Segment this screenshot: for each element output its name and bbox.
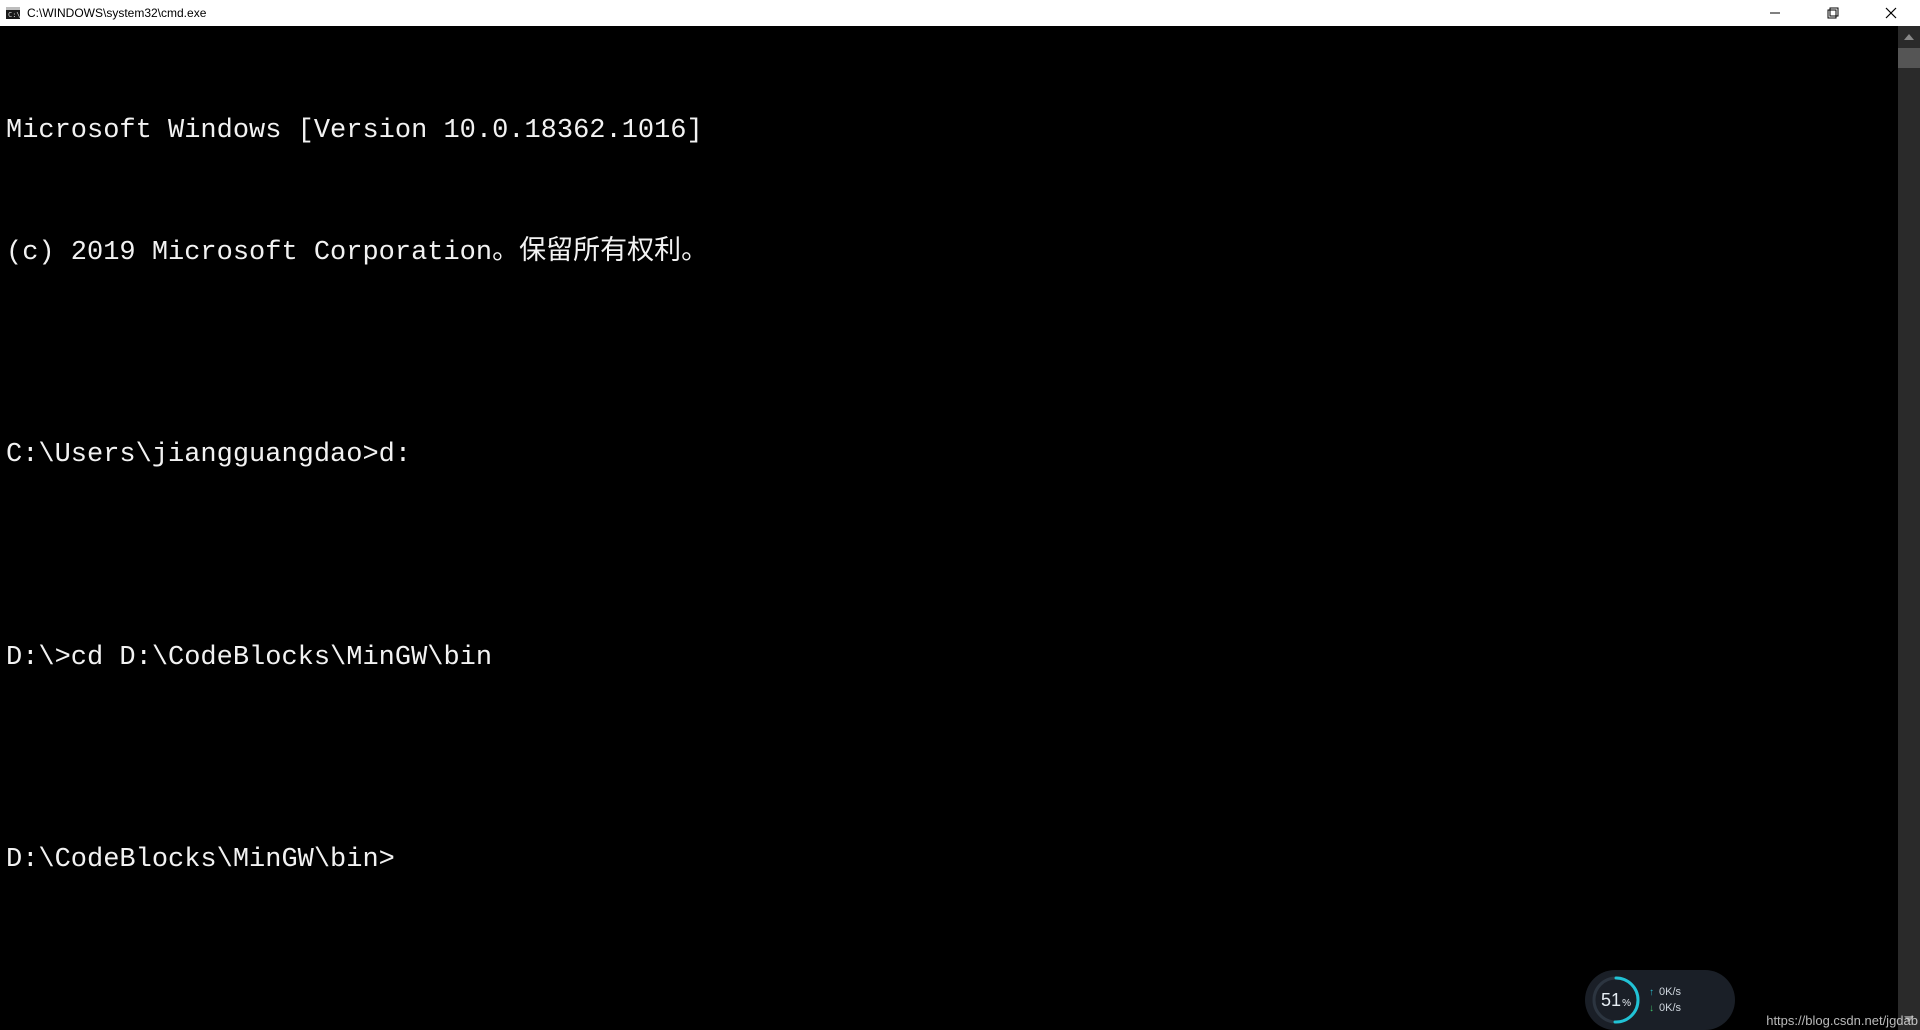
window-controls <box>1746 0 1920 26</box>
window-title: C:\WINDOWS\system32\cmd.exe <box>27 6 1746 20</box>
network-rates: ↑ 0K/s ↓ 0K/s <box>1649 986 1681 1014</box>
terminal-line: D:\CodeBlocks\MinGW\bin> <box>6 840 1898 881</box>
download-icon: ↓ <box>1649 1003 1654 1014</box>
maximize-button[interactable] <box>1804 0 1862 26</box>
upload-icon: ↑ <box>1649 987 1654 998</box>
svg-text:C:\: C:\ <box>8 11 20 19</box>
window-titlebar: C:\ C:\WINDOWS\system32\cmd.exe <box>0 0 1920 26</box>
terminal-line: Microsoft Windows [Version 10.0.18362.10… <box>6 111 1898 152</box>
scrollbar-up-button[interactable] <box>1898 26 1920 48</box>
usage-gauge: 51 % <box>1591 975 1641 1025</box>
minimize-button[interactable] <box>1746 0 1804 26</box>
close-button[interactable] <box>1862 0 1920 26</box>
terminal-line: D:\>cd D:\CodeBlocks\MinGW\bin <box>6 638 1898 679</box>
system-monitor-widget[interactable]: 51 % ↑ 0K/s ↓ 0K/s <box>1585 970 1735 1030</box>
watermark-text: https://blog.csdn.net/jgdab <box>1766 1013 1918 1028</box>
vertical-scrollbar[interactable] <box>1898 26 1920 1030</box>
terminal-line: (c) 2019 Microsoft Corporation。保留所有权利。 <box>6 233 1898 274</box>
terminal-line: C:\Users\jiangguangdao>d: <box>6 435 1898 476</box>
upload-rate: 0K/s <box>1659 986 1681 998</box>
scrollbar-thumb[interactable] <box>1898 48 1920 68</box>
terminal-output[interactable]: Microsoft Windows [Version 10.0.18362.10… <box>0 26 1898 1030</box>
download-rate: 0K/s <box>1659 1002 1681 1014</box>
cmd-icon: C:\ <box>5 5 21 21</box>
